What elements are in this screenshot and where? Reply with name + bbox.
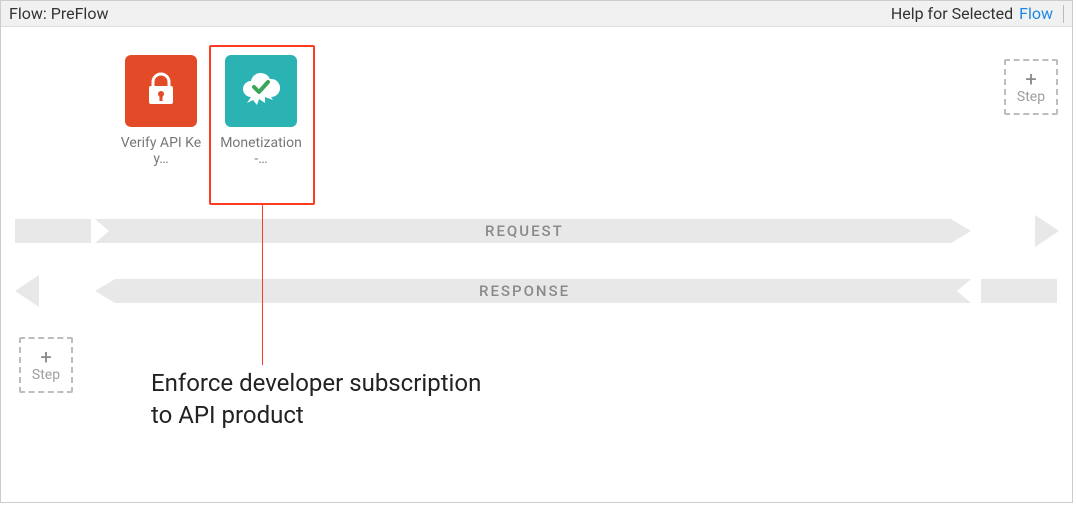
plus-icon: + (1025, 69, 1036, 89)
help-for-selected-label: Help for Selected (891, 4, 1013, 23)
flow-title: Flow: PreFlow (9, 4, 108, 23)
header-divider (1063, 5, 1064, 23)
annotation-line: Enforce developer subscription (151, 367, 481, 399)
help-flow-link[interactable]: Flow (1019, 4, 1053, 23)
request-lane-label: REQUEST (485, 222, 564, 240)
response-lane-label: RESPONSE (479, 282, 570, 300)
request-lane-segment (15, 219, 91, 243)
annotation-connector (262, 205, 263, 365)
add-step-request-button[interactable]: + Step (1004, 59, 1058, 115)
response-lane-segment (981, 279, 1057, 303)
request-lane-arrowhead (1035, 215, 1059, 247)
response-lane-arrowhead (15, 275, 39, 307)
flow-editor-frame: Flow: PreFlow Help for Selected Flow Ver… (0, 0, 1073, 503)
add-step-response-button[interactable]: + Step (19, 337, 73, 393)
add-step-label: Step (1017, 89, 1045, 105)
policy-tile (125, 55, 197, 127)
add-step-label: Step (32, 367, 60, 383)
annotation-text: Enforce developer subscription to API pr… (151, 367, 481, 432)
annotation-line: to API product (151, 399, 481, 431)
policy-selection-outline (209, 45, 315, 205)
policy-label: Verify API Key… (116, 135, 206, 169)
plus-icon: + (40, 347, 51, 367)
policy-verify-api-key[interactable]: Verify API Key… (116, 55, 206, 169)
lock-icon (141, 69, 181, 113)
header-bar: Flow: PreFlow Help for Selected Flow (1, 1, 1072, 27)
flow-canvas: Verify API Key… Monetization-… (1, 27, 1072, 502)
